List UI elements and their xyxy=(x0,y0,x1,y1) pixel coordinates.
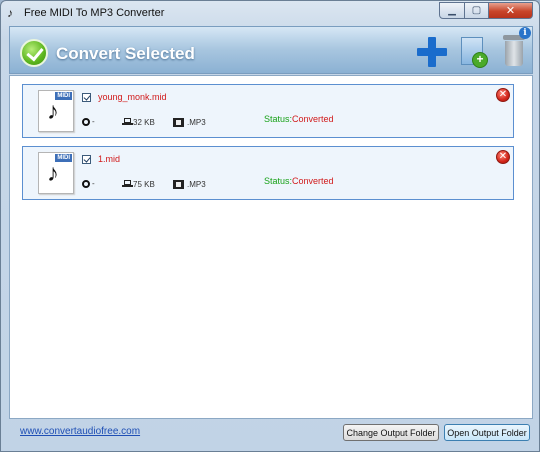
change-output-folder-button[interactable]: Change Output Folder xyxy=(343,424,439,441)
status-value: Converted xyxy=(292,114,334,124)
add-files-plus-icon[interactable] xyxy=(417,37,447,67)
status-label: Status: xyxy=(264,114,293,124)
close-icon: ✕ xyxy=(505,5,516,17)
clock-icon xyxy=(82,180,90,188)
file-status: Status:Converted xyxy=(264,114,334,124)
file-size: 32 KB xyxy=(133,118,155,127)
midi-file-icon: MIDI ♪ xyxy=(38,90,74,132)
film-icon xyxy=(173,180,184,189)
film-icon xyxy=(173,118,184,127)
laptop-icon xyxy=(122,118,133,126)
window-controls: ▁ ▢ ✕ xyxy=(439,2,533,20)
file-item[interactable]: MIDI ♪ young_monk.mid - 32 KB .MP3 Statu… xyxy=(22,84,514,138)
file-duration: - xyxy=(92,117,95,126)
file-list: MIDI ♪ young_monk.mid - 32 KB .MP3 Statu… xyxy=(9,75,533,419)
window-title: Free MIDI To MP3 Converter xyxy=(24,7,165,19)
file-item[interactable]: MIDI ♪ 1.mid - 75 KB .MP3 Status:Convert… xyxy=(22,146,514,200)
toolbar: Convert Selected + i xyxy=(9,26,533,74)
clock-icon xyxy=(82,118,90,126)
minimize-icon: ▁ xyxy=(448,5,456,16)
app-window: ♪ Free MIDI To MP3 Converter ▁ ▢ ✕ Conve… xyxy=(0,0,540,452)
close-window-button[interactable]: ✕ xyxy=(489,2,533,19)
checkmark-icon xyxy=(20,39,48,67)
file-checkbox[interactable] xyxy=(82,155,91,164)
maximize-button[interactable]: ▢ xyxy=(465,2,489,19)
maximize-icon: ▢ xyxy=(471,5,482,16)
minimize-button[interactable]: ▁ xyxy=(439,2,465,19)
add-file-icon[interactable]: + xyxy=(461,37,488,68)
status-value: Converted xyxy=(292,176,334,186)
footer: www.convertaudiofree.com Change Output F… xyxy=(1,419,539,451)
title-bar: ♪ Free MIDI To MP3 Converter ▁ ▢ ✕ xyxy=(1,1,539,25)
file-name: 1.mid xyxy=(98,154,121,164)
remove-file-icon[interactable]: ✕ xyxy=(496,150,510,164)
trash-bin xyxy=(505,41,523,66)
file-size: 75 KB xyxy=(133,180,155,189)
file-duration: - xyxy=(92,179,95,188)
laptop-icon xyxy=(122,180,133,188)
convert-selected-label: Convert Selected xyxy=(56,44,195,63)
music-note-icon: ♪ xyxy=(47,160,59,187)
file-checkbox[interactable] xyxy=(82,93,91,102)
info-icon[interactable]: i xyxy=(519,27,531,39)
website-link[interactable]: www.convertaudiofree.com xyxy=(20,426,140,437)
remove-file-icon[interactable]: ✕ xyxy=(496,88,510,102)
file-format: .MP3 xyxy=(187,118,206,127)
music-note-icon: ♪ xyxy=(7,6,13,20)
trash-icon[interactable] xyxy=(503,35,525,67)
file-status: Status:Converted xyxy=(264,176,334,186)
plus-badge-icon: + xyxy=(472,52,488,68)
open-output-folder-button[interactable]: Open Output Folder xyxy=(444,424,530,441)
status-label: Status: xyxy=(264,176,293,186)
music-note-icon: ♪ xyxy=(47,98,59,125)
file-name: young_monk.mid xyxy=(98,92,167,102)
file-format: .MP3 xyxy=(187,180,206,189)
midi-file-icon: MIDI ♪ xyxy=(38,152,74,194)
